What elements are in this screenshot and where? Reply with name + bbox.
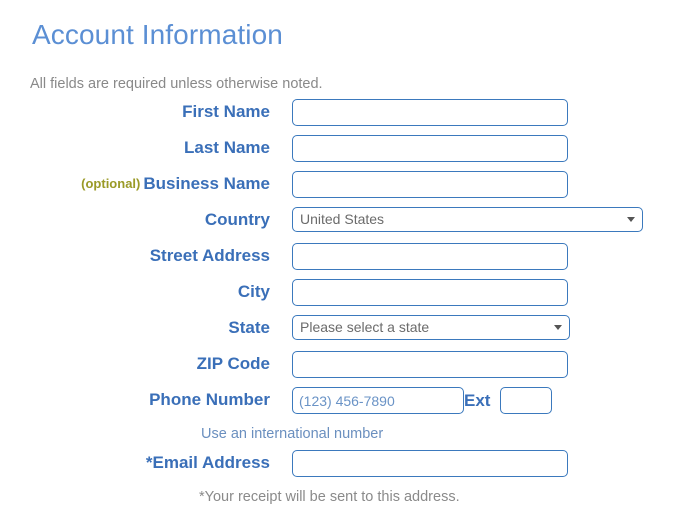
- country-label: Country: [204, 210, 270, 229]
- zip-code-label: ZIP Code: [196, 354, 270, 373]
- form-row-street-address: Street Address: [0, 243, 684, 279]
- form-row-email-address: *Email Address: [0, 450, 684, 486]
- country-field-cell: United States: [292, 207, 643, 235]
- street-address-label: Street Address: [149, 246, 270, 265]
- state-label-cell: State: [0, 315, 270, 341]
- street-address-input[interactable]: [292, 243, 568, 270]
- country-selected-value: United States: [300, 211, 385, 227]
- phone-number-input[interactable]: [292, 387, 464, 414]
- form-row-business-name: (optional) Business Name: [0, 171, 684, 207]
- form-row-phone-number: Phone Number Ext: [0, 387, 684, 423]
- last-name-field-cell: [292, 135, 568, 163]
- business-name-label-cell: (optional) Business Name: [0, 171, 270, 197]
- international-number-link[interactable]: Use an international number: [201, 423, 383, 445]
- business-name-field-cell: [292, 171, 568, 199]
- first-name-input[interactable]: [292, 99, 568, 126]
- ext-field-cell: [500, 387, 552, 414]
- business-name-label: Business Name: [143, 174, 270, 193]
- account-information-page: Account Information All fields are requi…: [0, 0, 684, 512]
- phone-number-label: Phone Number: [149, 390, 270, 409]
- email-address-field-cell: [292, 450, 568, 478]
- city-field-cell: [292, 279, 568, 307]
- street-address-field-cell: [292, 243, 568, 271]
- street-address-label-cell: Street Address: [0, 243, 270, 269]
- first-name-field-cell: [292, 99, 568, 127]
- zip-code-input[interactable]: [292, 351, 568, 378]
- city-input[interactable]: [292, 279, 568, 306]
- city-label: City: [237, 282, 270, 301]
- receipt-note: *Your receipt will be sent to this addre…: [199, 489, 460, 505]
- account-information-form: First Name Last Name (optional) Business …: [0, 99, 684, 513]
- last-name-label-cell: Last Name: [0, 135, 270, 161]
- business-name-optional-tag: (optional): [81, 176, 141, 191]
- state-label: State: [228, 318, 270, 337]
- chevron-down-icon: [554, 325, 562, 330]
- email-address-label: *Email Address: [145, 453, 270, 472]
- ext-input[interactable]: [500, 387, 552, 414]
- zip-code-label-cell: ZIP Code: [0, 351, 270, 377]
- international-note-row: Use an international number: [0, 423, 684, 450]
- form-row-first-name: First Name: [0, 99, 684, 135]
- country-select[interactable]: United States: [292, 207, 643, 232]
- email-address-label-cell: *Email Address: [0, 450, 270, 476]
- last-name-input[interactable]: [292, 135, 568, 162]
- phone-number-label-cell: Phone Number: [0, 387, 270, 413]
- form-row-zip-code: ZIP Code: [0, 351, 684, 387]
- first-name-label-cell: First Name: [0, 99, 270, 125]
- form-row-last-name: Last Name: [0, 135, 684, 171]
- receipt-note-row: *Your receipt will be sent to this addre…: [0, 486, 684, 513]
- form-row-state: State Please select a state: [0, 315, 684, 351]
- state-selected-value: Please select a state: [300, 319, 430, 335]
- city-label-cell: City: [0, 279, 270, 305]
- state-select[interactable]: Please select a state: [292, 315, 570, 340]
- last-name-label: Last Name: [184, 138, 270, 157]
- chevron-down-icon: [627, 217, 635, 222]
- form-row-city: City: [0, 279, 684, 315]
- email-address-input[interactable]: [292, 450, 568, 477]
- state-field-cell: Please select a state: [292, 315, 570, 343]
- country-label-cell: Country: [0, 207, 270, 233]
- form-required-note: All fields are required unless otherwise…: [30, 76, 323, 92]
- zip-code-field-cell: [292, 351, 568, 379]
- first-name-label: First Name: [182, 102, 270, 121]
- phone-number-field-cell: [292, 387, 464, 415]
- form-row-country: Country United States: [0, 207, 684, 243]
- business-name-input[interactable]: [292, 171, 568, 198]
- ext-label: Ext: [464, 391, 491, 410]
- page-title: Account Information: [32, 19, 283, 50]
